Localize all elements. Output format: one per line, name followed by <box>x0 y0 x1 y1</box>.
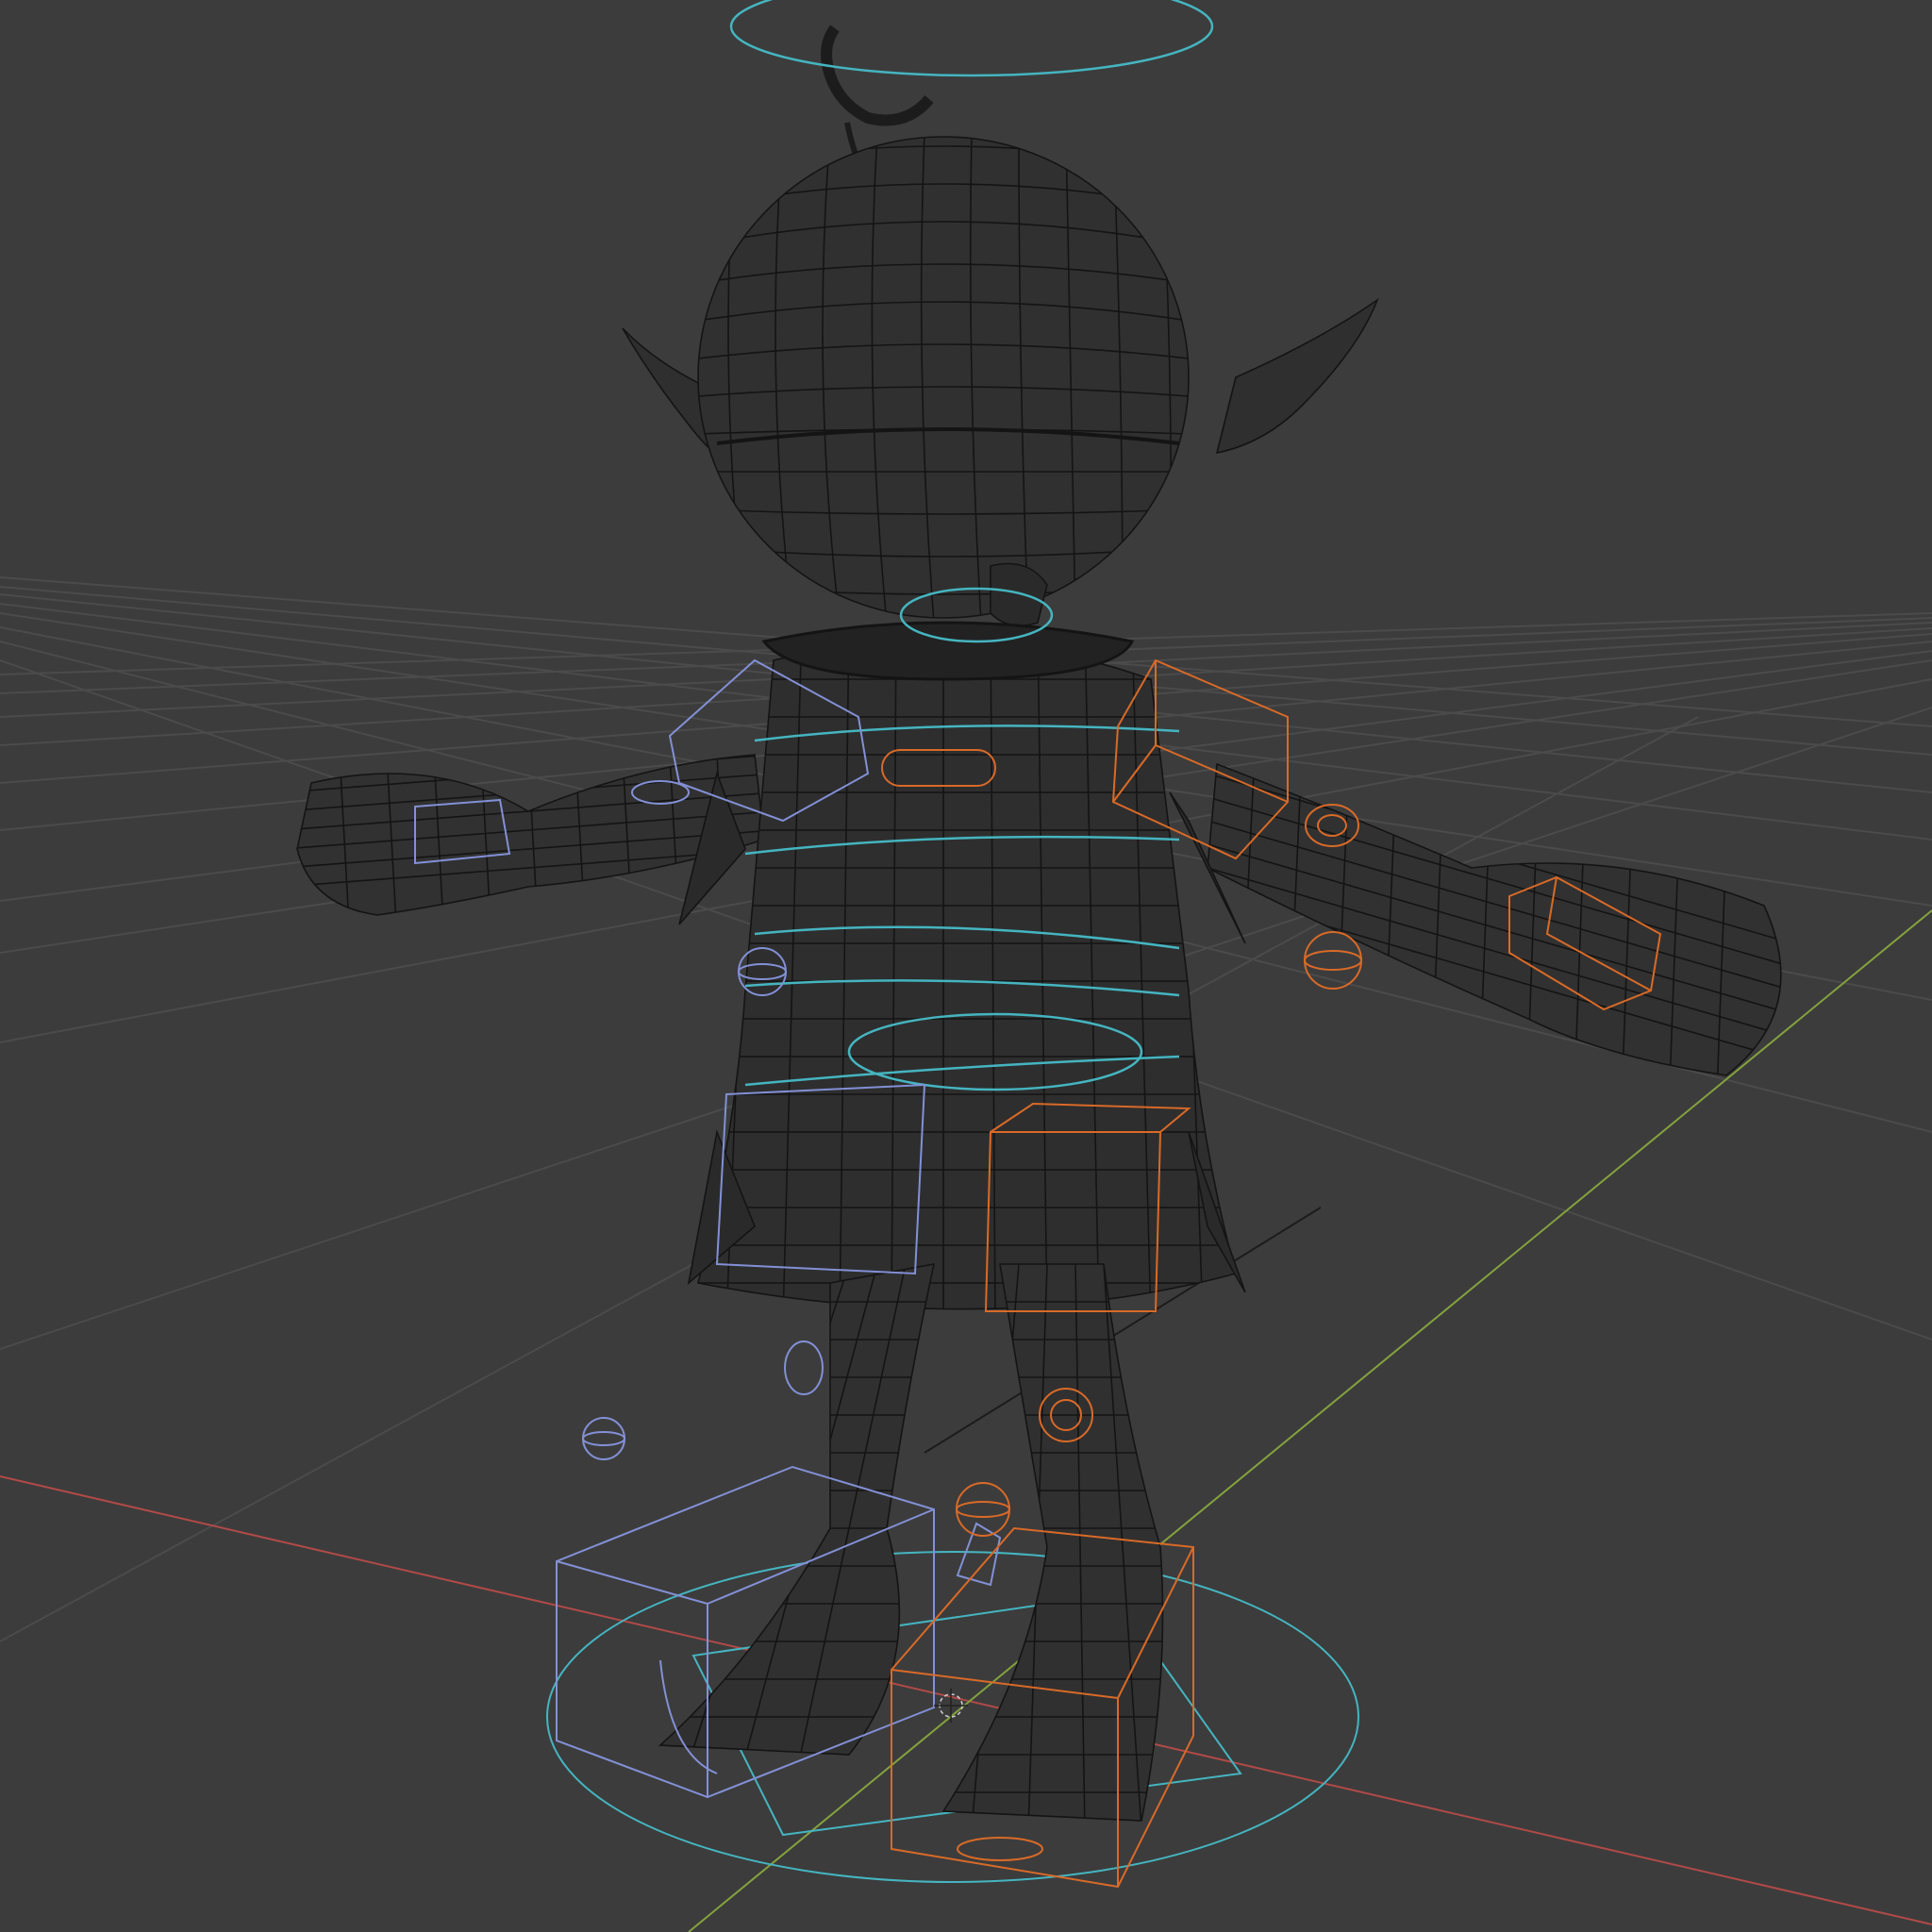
x-axis-line <box>0 1475 1932 1925</box>
character-mesh[interactable] <box>283 25 1792 1830</box>
3d-viewport[interactable] <box>0 0 1932 1932</box>
viewport-canvas[interactable] <box>0 0 1932 1932</box>
